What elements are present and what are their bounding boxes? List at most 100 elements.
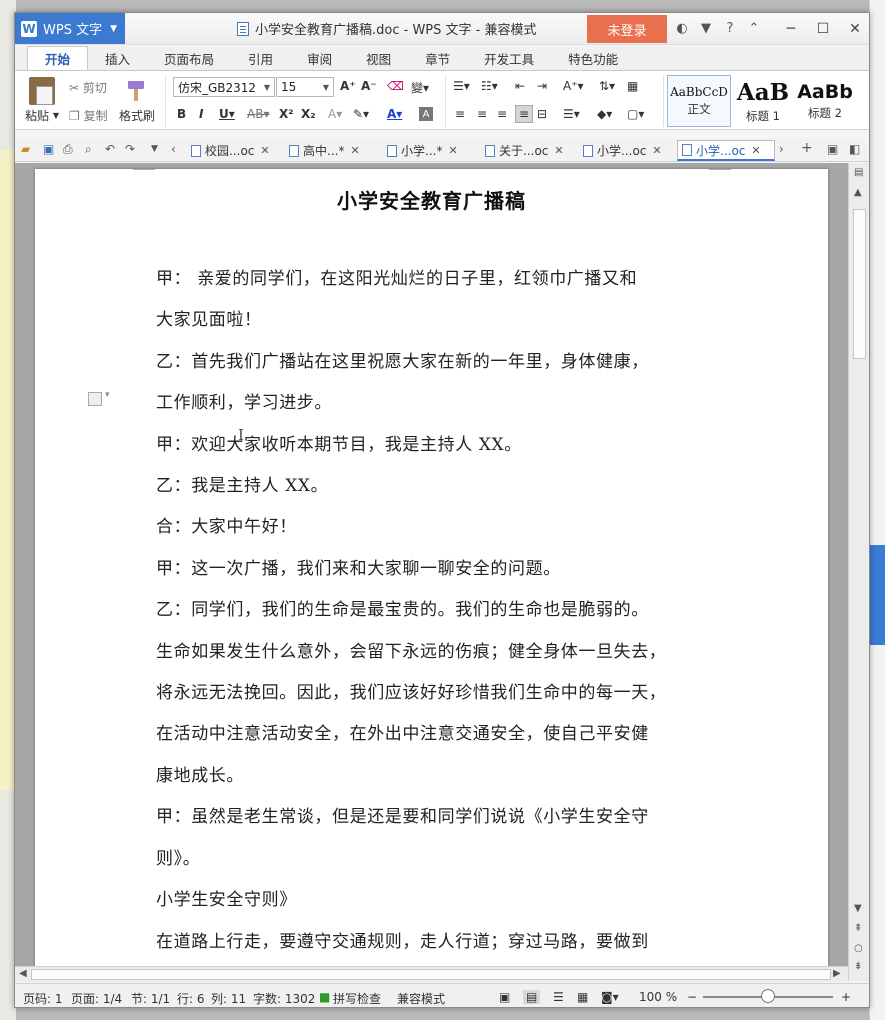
format-painter-icon[interactable]	[125, 79, 147, 103]
align-left-icon[interactable]: ≡	[455, 107, 465, 121]
tab-references[interactable]: 引用	[231, 46, 290, 70]
shirt-icon[interactable]: ▼	[694, 21, 718, 36]
tabs-scroll-left-icon[interactable]: ‹	[171, 142, 176, 156]
minimize-button[interactable]: ─	[775, 13, 807, 44]
copy-button[interactable]: ❐ 复制	[69, 107, 108, 124]
char-shading-icon[interactable]: A	[419, 107, 433, 121]
paste-icon[interactable]	[29, 77, 55, 105]
print-icon[interactable]: ⎙	[63, 142, 73, 157]
change-case-icon[interactable]: A⁺▾	[563, 79, 584, 93]
next-page-icon[interactable]: ⇟	[854, 961, 862, 972]
outline-view-icon[interactable]: ☰	[553, 990, 564, 1004]
status-word-count[interactable]: 字数: 1302	[253, 990, 315, 1007]
chevron-down-icon[interactable]: ▼	[151, 144, 158, 154]
close-icon[interactable]: ✕	[554, 144, 563, 157]
login-button[interactable]: 未登录	[587, 15, 667, 43]
grow-font-icon[interactable]: A⁺	[340, 79, 356, 93]
cut-button[interactable]: ✂ 剪切	[69, 79, 107, 96]
print-preview-icon[interactable]: ⌕	[85, 142, 92, 157]
text-effect-icon[interactable]: A▾	[328, 107, 342, 121]
table-icon[interactable]: ▦	[627, 79, 638, 93]
font-color-icon[interactable]: A▾	[387, 107, 402, 121]
tabs-scroll-right-icon[interactable]: ›	[779, 142, 784, 156]
underline-icon[interactable]: U▾	[219, 107, 235, 121]
italic-icon[interactable]: I	[199, 107, 203, 121]
zoom-in-icon[interactable]: +	[841, 990, 851, 1004]
sort-icon[interactable]: ⇅▾	[599, 79, 615, 93]
tab-view[interactable]: 视图	[349, 46, 408, 70]
new-tab-icon[interactable]: +	[801, 140, 813, 156]
open-icon[interactable]: ▰	[21, 142, 30, 156]
app-menu-button[interactable]: W WPS 文字 ▼	[15, 13, 125, 44]
vertical-scrollbar[interactable]: ▤ ▲ ▼ ⇞ ○ ⇟	[848, 163, 869, 981]
save-icon[interactable]: ▣	[43, 142, 54, 156]
line-spacing-icon[interactable]: ☰▾	[563, 107, 580, 121]
tab-list-icon[interactable]: ▣	[827, 142, 838, 156]
skin-icon[interactable]: ◐	[670, 21, 694, 36]
help-icon[interactable]: ?	[718, 21, 742, 36]
strikethrough-icon[interactable]: AB▾	[247, 107, 269, 121]
shrink-font-icon[interactable]: A⁻	[361, 79, 377, 93]
scroll-up-icon[interactable]: ▲	[854, 187, 862, 198]
tab-home[interactable]: 开始	[27, 46, 89, 70]
scroll-left-icon[interactable]: ◀	[19, 968, 27, 979]
browse-object-icon[interactable]: ○	[854, 943, 863, 954]
doc-tab-active[interactable]: 小学...oc ✕	[677, 140, 775, 161]
vertical-scroll-thumb[interactable]	[853, 209, 866, 359]
collapse-ribbon-icon[interactable]: ⌃	[742, 21, 766, 36]
align-center-icon[interactable]: ≡	[477, 107, 487, 121]
close-icon[interactable]: ✕	[260, 144, 269, 157]
redo-icon[interactable]: ↷	[125, 142, 135, 156]
document-body[interactable]: 甲： 亲爱的同学们，在这阳光灿烂的日子里，红领巾广播又和 大家见面啦！ 乙：首先…	[156, 259, 712, 963]
scroll-right-icon[interactable]: ▶	[833, 968, 841, 979]
reading-mode-icon[interactable]: ◙▾	[601, 990, 619, 1004]
doc-tab[interactable]: 高中...* ✕	[285, 140, 379, 161]
tab-page-layout[interactable]: 页面布局	[147, 46, 231, 70]
font-name-select[interactable]: 仿宋_GB2312 ▼	[173, 77, 275, 97]
doc-tab[interactable]: 关于...oc ✕	[481, 140, 575, 161]
subscript-icon[interactable]: X₂	[301, 107, 316, 121]
distribute-icon[interactable]: ⊟	[537, 107, 547, 121]
tab-chapter[interactable]: 章节	[408, 46, 467, 70]
shading-icon[interactable]: ◆▾	[597, 107, 612, 121]
zoom-level[interactable]: 100 %	[639, 990, 677, 1004]
close-icon[interactable]: ✕	[448, 144, 457, 157]
justify-icon[interactable]: ≡	[515, 105, 533, 123]
numbering-icon[interactable]: ☷▾	[481, 79, 498, 93]
ruler-toggle-icon[interactable]: ▤	[854, 167, 863, 178]
font-size-select[interactable]: 15 ▼	[276, 77, 334, 97]
close-icon[interactable]: ✕	[652, 144, 661, 157]
close-icon[interactable]: ✕	[751, 144, 760, 157]
previous-page-icon[interactable]: ⇞	[854, 923, 862, 934]
tab-menu-icon[interactable]: ◧	[849, 142, 860, 156]
doc-tab[interactable]: 小学...oc ✕	[579, 140, 675, 161]
tab-review[interactable]: 审阅	[290, 46, 349, 70]
close-icon[interactable]: ✕	[350, 144, 359, 157]
status-pages[interactable]: 页面: 1/4	[71, 990, 122, 1007]
superscript-icon[interactable]: X²	[279, 107, 294, 121]
tab-developer[interactable]: 开发工具	[467, 46, 551, 70]
tab-insert[interactable]: 插入	[88, 46, 147, 70]
borders-icon[interactable]: ▢▾	[627, 107, 644, 121]
bold-icon[interactable]: B	[177, 107, 186, 121]
zoom-out-icon[interactable]: −	[687, 990, 697, 1004]
horizontal-scrollbar[interactable]: ◀ ▶	[15, 966, 848, 982]
document-page[interactable]: 小学安全教育广播稿 I 甲： 亲爱的同学们，在这阳光灿烂的日子里，红领巾广播又和…	[35, 169, 828, 969]
undo-icon[interactable]: ↶	[105, 142, 115, 156]
increase-indent-icon[interactable]: ⇥	[537, 79, 547, 93]
doc-tab[interactable]: 小学...* ✕	[383, 140, 477, 161]
web-view-icon[interactable]: ▦	[577, 990, 588, 1004]
format-painter-button[interactable]: 格式刷	[119, 107, 155, 124]
close-button[interactable]: ✕	[839, 13, 869, 44]
horizontal-scroll-thumb[interactable]	[31, 969, 831, 980]
align-right-icon[interactable]: ≡	[497, 107, 507, 121]
style-heading-2[interactable]: AaBb 标题 2	[795, 75, 855, 127]
pinyin-icon[interactable]: 變▾	[411, 79, 429, 96]
page-view-icon[interactable]: ▤	[523, 990, 541, 1004]
bullets-icon[interactable]: ☰▾	[453, 79, 470, 93]
paste-button[interactable]: 粘贴 ▼	[25, 107, 59, 124]
zoom-slider-handle[interactable]	[761, 989, 775, 1003]
status-spellcheck[interactable]: 拼写检查	[333, 990, 381, 1007]
highlight-icon[interactable]: ✎▾	[353, 107, 369, 121]
doc-tab[interactable]: 校园...oc ✕	[187, 140, 283, 161]
